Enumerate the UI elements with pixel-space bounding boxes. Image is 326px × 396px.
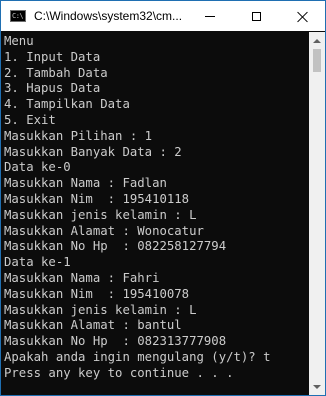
scrollbar-track[interactable]	[309, 49, 325, 378]
close-button[interactable]	[279, 1, 325, 31]
title-bar[interactable]: C:\ C:\Windows\system32\cm...	[1, 1, 325, 31]
console-line: Masukkan jenis kelamin : L	[4, 207, 197, 222]
console-line: Data ke-0	[4, 160, 71, 175]
console-line: 1. Input Data	[4, 49, 101, 64]
console-line: 5. Exit	[4, 112, 56, 127]
maximize-button[interactable]	[233, 1, 279, 31]
minimize-button[interactable]	[187, 1, 233, 31]
scrollbar-thumb[interactable]	[313, 49, 321, 72]
scroll-down-button[interactable]	[309, 378, 325, 395]
console-line: Masukkan No Hp : 082258127794	[4, 239, 227, 254]
console-window: C:\ C:\Windows\system32\cm... Menu 1. Inp…	[0, 0, 326, 396]
console-line: Masukkan Nim : 195410118	[4, 191, 190, 206]
scroll-up-arrow-icon	[313, 38, 321, 43]
console-line: Press any key to continue . . .	[4, 365, 234, 380]
console-line: Masukkan Nim : 195410078	[4, 286, 190, 301]
console-line: Masukkan Pilihan : 1	[4, 128, 153, 143]
console-line: Masukkan Nama : Fadlan	[4, 176, 167, 191]
vertical-scrollbar[interactable]	[309, 32, 325, 395]
console-line: Masukkan Banyak Data : 2	[4, 144, 182, 159]
scroll-up-button[interactable]	[309, 32, 325, 49]
maximize-icon	[251, 11, 261, 21]
console-line: Apakah anda ingin mengulang (y/t)? t	[4, 349, 271, 364]
console-line: Masukkan Alamat : Wonocatur	[4, 223, 204, 238]
console-line: Masukkan Alamat : bantul	[4, 318, 182, 333]
console-output[interactable]: Menu 1. Input Data 2. Tambah Data 3. Hapus …	[1, 32, 309, 395]
console-line: Masukkan jenis kelamin : L	[4, 302, 197, 317]
console-app-icon-glyph: C:\	[12, 12, 24, 20]
console-app-icon[interactable]: C:\	[10, 10, 26, 22]
scroll-down-arrow-icon	[313, 384, 321, 389]
console-line: 3. Hapus Data	[4, 81, 101, 96]
close-icon	[297, 11, 308, 22]
console-lines: Menu 1. Input Data 2. Tambah Data 3. Hapus …	[1, 32, 309, 382]
minimize-icon	[205, 15, 215, 17]
console-line: Masukkan Nama : Fahri	[4, 270, 160, 285]
console-line: Data ke-1	[4, 255, 71, 270]
console-line: 4. Tampilkan Data	[4, 97, 130, 112]
console-line: 2. Tambah Data	[4, 65, 108, 80]
window-title: C:\Windows\system32\cm...	[34, 9, 183, 23]
console-line: Masukkan No Hp : 082313777908	[4, 334, 227, 349]
console-line: Menu	[4, 34, 34, 48]
